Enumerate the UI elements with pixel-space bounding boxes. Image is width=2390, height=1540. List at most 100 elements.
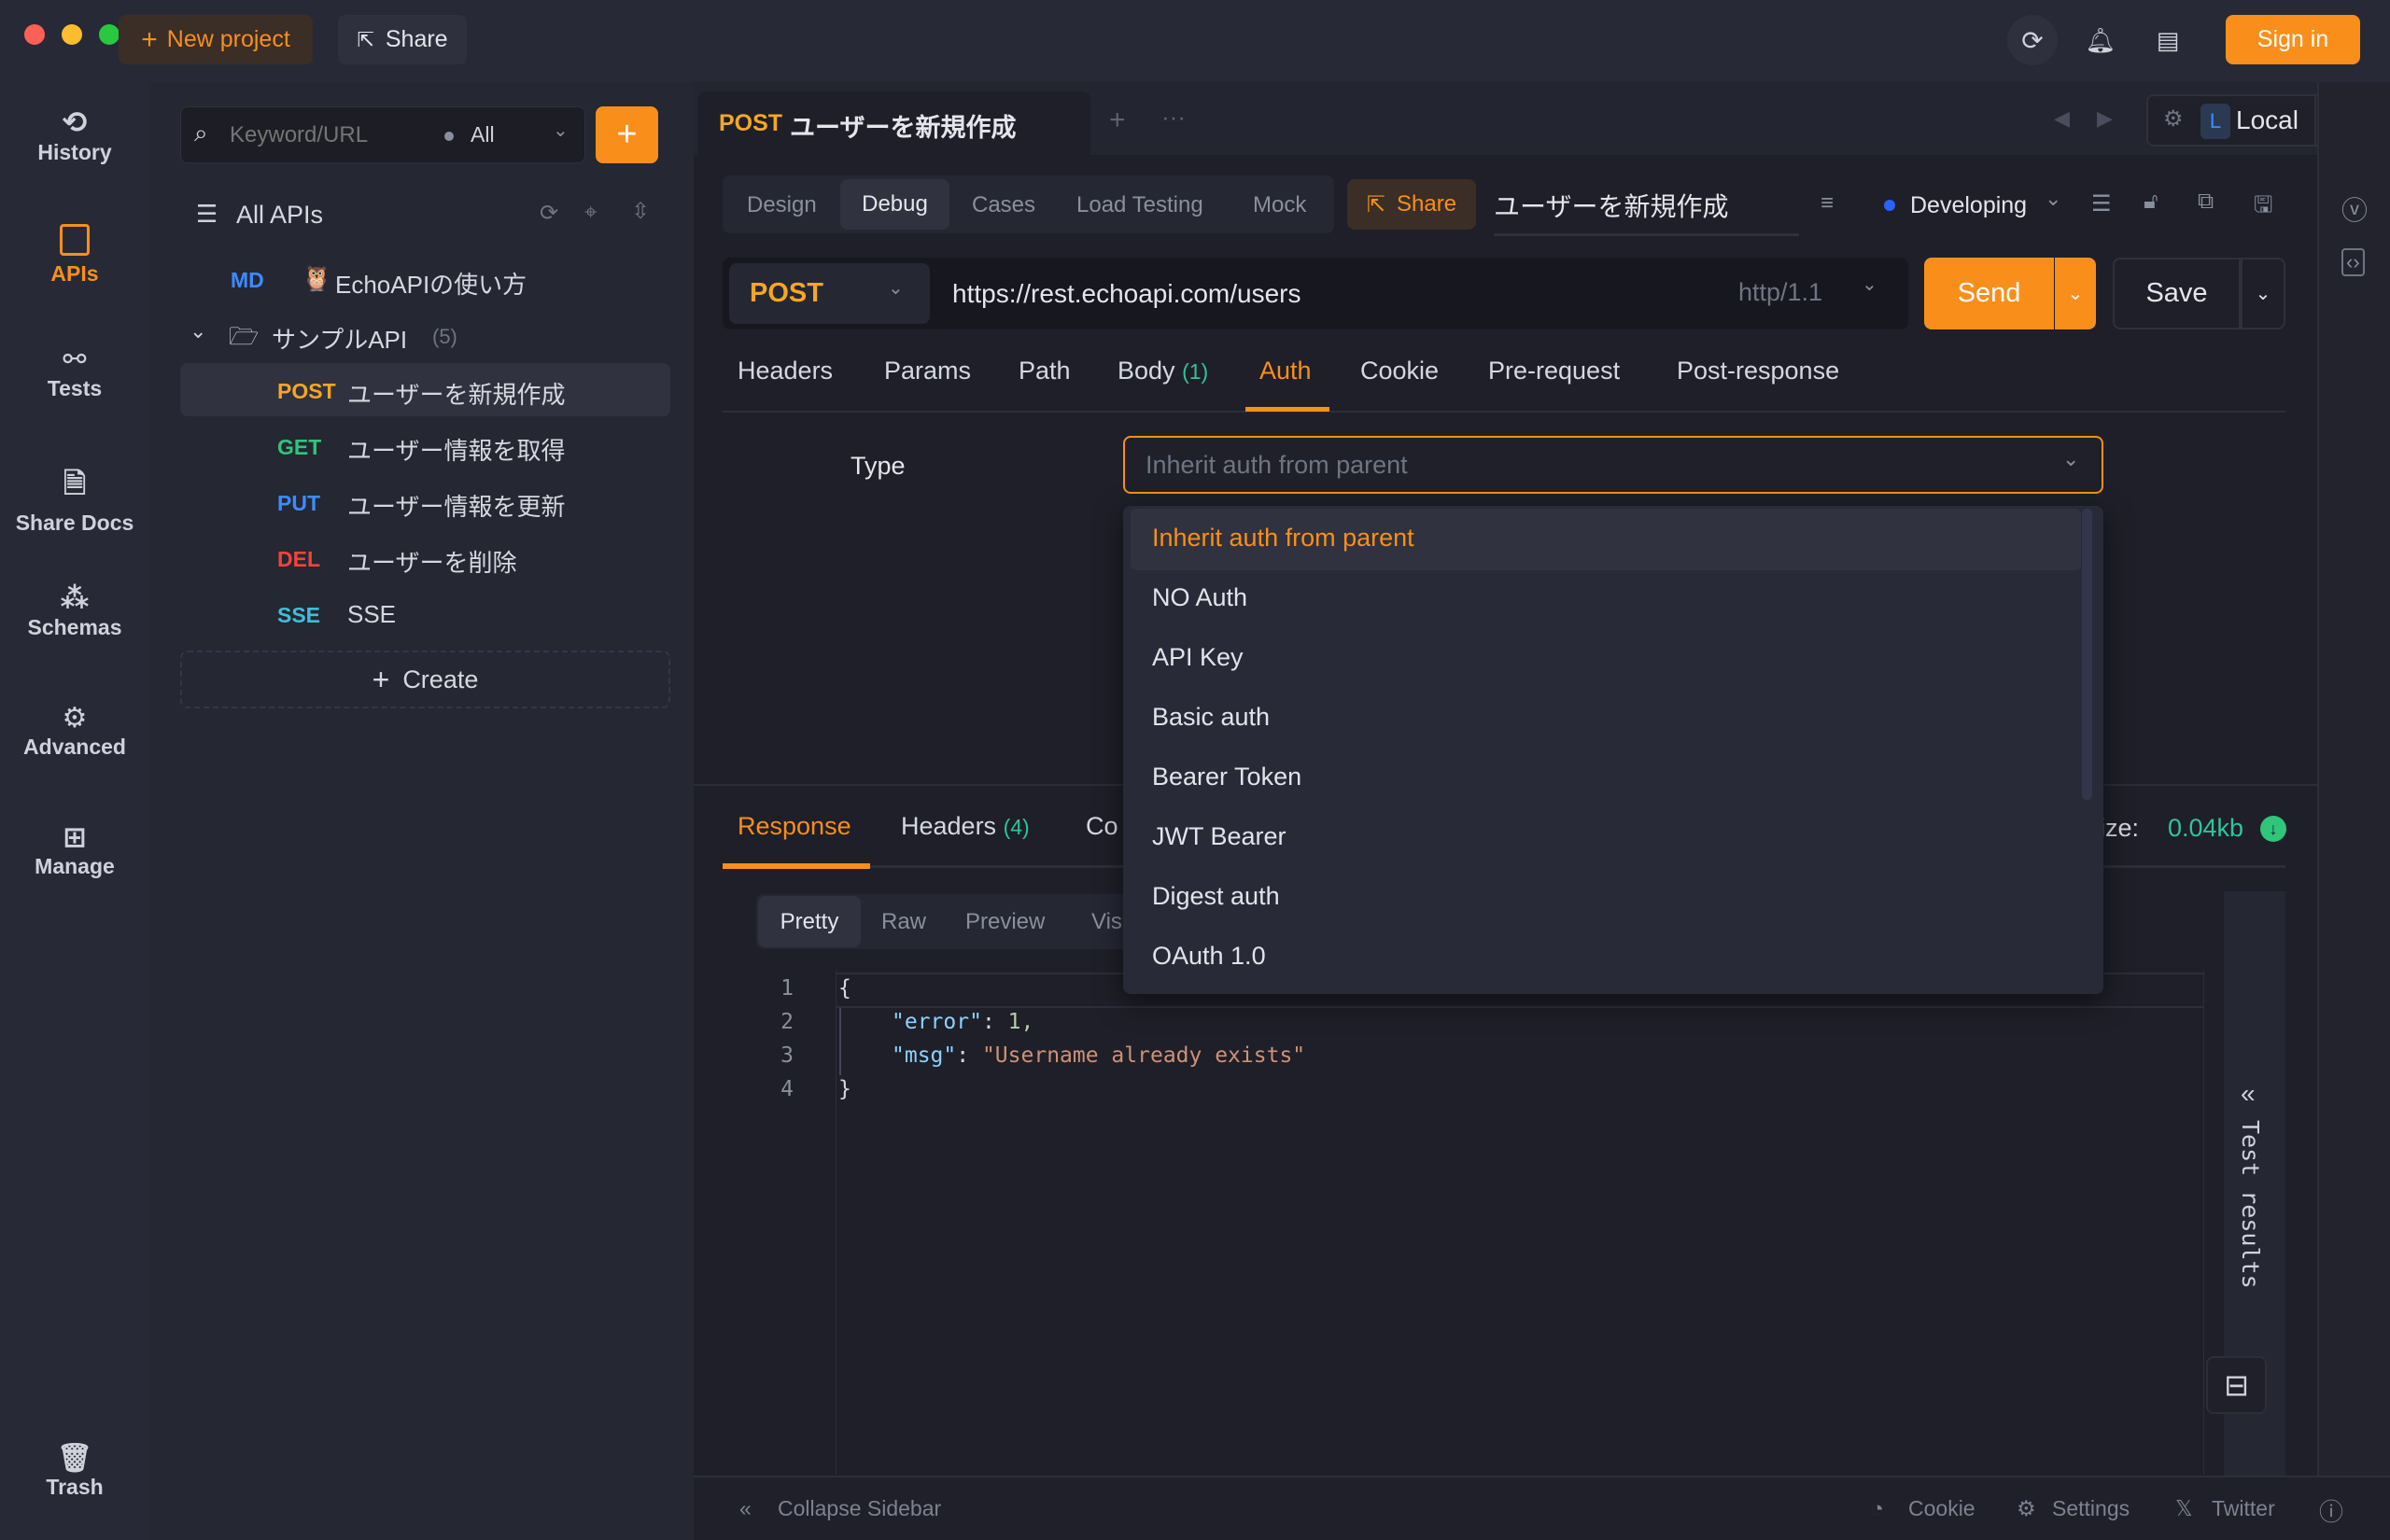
save-icon[interactable]: 🖫 — [2254, 189, 2272, 227]
auth-option[interactable]: Basic auth — [1152, 703, 1270, 732]
view-pretty[interactable]: Pretty — [758, 896, 861, 947]
tab-pre-request[interactable]: Pre-request — [1488, 357, 1620, 385]
tree-item[interactable]: DEL ユーザーを削除 — [180, 535, 670, 581]
auth-option[interactable]: Inherit auth from parent — [1152, 524, 1414, 553]
indent-icon[interactable]: ☰ — [2091, 190, 2112, 217]
tree-item[interactable]: GET ユーザー情報を取得 — [180, 423, 670, 469]
help-icon[interactable]: ⓘ — [2319, 1493, 2343, 1528]
auth-option[interactable]: Digest auth — [1152, 882, 1280, 911]
tree-item-md[interactable]: MD 🦉 EchoAPIの使い方 — [180, 257, 670, 303]
view-preview[interactable]: Preview — [965, 909, 1045, 935]
version-icon[interactable]: ⓥ — [2341, 190, 2368, 228]
send-options-chevron-icon[interactable]: ⌄ — [2055, 258, 2096, 329]
chevron-down-icon[interactable]: ⌄ — [553, 119, 569, 142]
download-icon[interactable]: ↓ — [2260, 816, 2286, 842]
settings-button[interactable]: Settings — [2052, 1496, 2130, 1521]
tab-response[interactable]: Response — [738, 812, 851, 841]
view-raw[interactable]: Raw — [881, 909, 926, 935]
copy-icon[interactable]: ⧉ — [2198, 189, 2214, 215]
tab-auth[interactable]: Auth — [1259, 357, 1312, 385]
request-tab[interactable]: POST ユーザーを新規作成 — [698, 91, 1090, 155]
mode-cases[interactable]: Cases — [972, 192, 1035, 218]
more-tabs-icon[interactable]: ··· — [1161, 103, 1186, 132]
create-button[interactable]: + Create — [180, 651, 670, 708]
settings-icon[interactable]: ⚙︎ — [2017, 1496, 2036, 1521]
minimize-window-button[interactable] — [62, 24, 82, 45]
save-button[interactable]: Save — [2113, 258, 2241, 329]
chevron-down-icon[interactable]: ⌄ — [2045, 187, 2061, 211]
protocol-select[interactable]: http/1.1 — [1738, 278, 1822, 307]
tree-item[interactable]: SSE SSE — [180, 591, 670, 637]
mode-mock[interactable]: Mock — [1253, 192, 1306, 218]
rail-manage[interactable]: ⊞ Manage — [0, 821, 149, 879]
mode-debug[interactable]: Debug — [840, 179, 949, 230]
tree-folder[interactable]: ⌄ 🗁 サンプルAPI (5) — [180, 312, 670, 358]
mode-design[interactable]: Design — [747, 192, 817, 218]
expand-collapse-icon[interactable]: ⇳ — [631, 198, 650, 225]
view-visualize[interactable]: Vis — [1091, 909, 1122, 935]
send-button[interactable]: Send — [1924, 258, 2054, 329]
locate-icon[interactable]: ⌖ — [584, 200, 598, 226]
cookie-button[interactable]: Cookie — [1908, 1496, 1975, 1521]
auth-option[interactable]: JWT Bearer — [1152, 822, 1286, 851]
url-input[interactable] — [952, 271, 1699, 317]
auth-option[interactable]: Bearer Token — [1152, 763, 1301, 791]
document-icon[interactable]: ▤ — [2147, 15, 2188, 65]
tab-path[interactable]: Path — [1019, 357, 1071, 385]
unlock-icon[interactable]: 🔓︎ — [2144, 189, 2158, 215]
close-window-button[interactable] — [24, 24, 45, 45]
auth-option[interactable]: API Key — [1152, 643, 1244, 672]
search-input[interactable] — [230, 119, 435, 152]
chevron-down-icon[interactable]: ⌄ — [190, 319, 206, 343]
tab-cookie[interactable]: Cookie — [1360, 357, 1439, 385]
filter-select[interactable]: All — [471, 122, 495, 147]
add-api-button[interactable]: + — [596, 106, 658, 163]
all-apis-label[interactable]: All APIs — [236, 201, 323, 230]
tab-headers[interactable]: Headers — [738, 357, 833, 385]
new-tab-plus-icon[interactable]: + — [1109, 105, 1126, 136]
sign-in-button[interactable]: Sign in — [2226, 15, 2360, 64]
test-results-label[interactable]: Test results — [2237, 1120, 2264, 1289]
mode-load-testing[interactable]: Load Testing — [1076, 192, 1203, 218]
rail-advanced[interactable]: ⚙︎ Advanced — [0, 702, 149, 760]
share-project-button[interactable]: ⇱ Share — [338, 15, 467, 64]
collapse-sidebar-icon[interactable]: « — [739, 1496, 752, 1521]
auth-type-select[interactable]: Inherit auth from parent ⌄ — [1123, 436, 2103, 494]
tree-item-selected[interactable]: POST ユーザーを新規作成 — [180, 363, 670, 416]
cookie-icon[interactable]: ◔ — [1871, 1496, 1884, 1521]
rail-share-docs[interactable]: 🗎︎ Share Docs — [0, 463, 149, 536]
layout-icon[interactable]: ⊟ — [2206, 1356, 2267, 1414]
format-icon[interactable]: ≡ — [1821, 190, 1834, 217]
rail-tests[interactable]: ⚯ Tests — [0, 343, 149, 401]
save-options-chevron-icon[interactable]: ⌄ — [2241, 258, 2285, 329]
share-api-button[interactable]: ⇱ Share — [1347, 179, 1476, 230]
maximize-window-button[interactable] — [99, 24, 120, 45]
api-name-input[interactable]: ユーザーを新規作成 — [1494, 187, 1799, 236]
method-select[interactable]: POST ⌄ — [729, 263, 930, 324]
rail-apis[interactable]: APIs — [0, 224, 149, 287]
tab-prev-icon[interactable]: ◀ — [2054, 106, 2070, 131]
bell-icon[interactable]: 🔔︎ — [2080, 15, 2121, 65]
expand-chevrons-icon[interactable]: « — [2241, 1079, 2256, 1109]
tab-response-cookie[interactable]: Co — [1086, 812, 1118, 841]
rail-trash[interactable]: 🗑︎ Trash — [0, 1442, 149, 1500]
status-select[interactable]: Developing — [1910, 192, 2027, 219]
rail-history[interactable]: ⟲ History — [0, 105, 149, 165]
tab-params[interactable]: Params — [884, 357, 971, 385]
collapse-sidebar-button[interactable]: Collapse Sidebar — [778, 1496, 941, 1521]
dropdown-scrollbar[interactable] — [2082, 509, 2092, 800]
x-twitter-icon[interactable]: 𝕏 — [2175, 1496, 2193, 1521]
auth-option[interactable]: OAuth 1.0 — [1152, 942, 1266, 971]
auth-option[interactable]: NO Auth — [1152, 583, 1247, 612]
tab-response-headers[interactable]: Headers (4) — [901, 812, 1030, 841]
tab-post-response[interactable]: Post-response — [1677, 357, 1839, 385]
new-project-button[interactable]: + New project — [119, 15, 313, 64]
code-icon[interactable]: ‹› — [2341, 248, 2365, 276]
tab-body[interactable]: Body (1) — [1118, 357, 1208, 385]
twitter-button[interactable]: Twitter — [2212, 1496, 2275, 1521]
sync-icon[interactable]: ⟳ — [2007, 15, 2058, 65]
rail-schemas[interactable]: ⁂ Schemas — [0, 582, 149, 640]
tree-item[interactable]: PUT ユーザー情報を更新 — [180, 479, 670, 525]
tab-next-icon[interactable]: ▶ — [2097, 106, 2113, 131]
refresh-icon[interactable]: ⟳ — [540, 200, 558, 227]
